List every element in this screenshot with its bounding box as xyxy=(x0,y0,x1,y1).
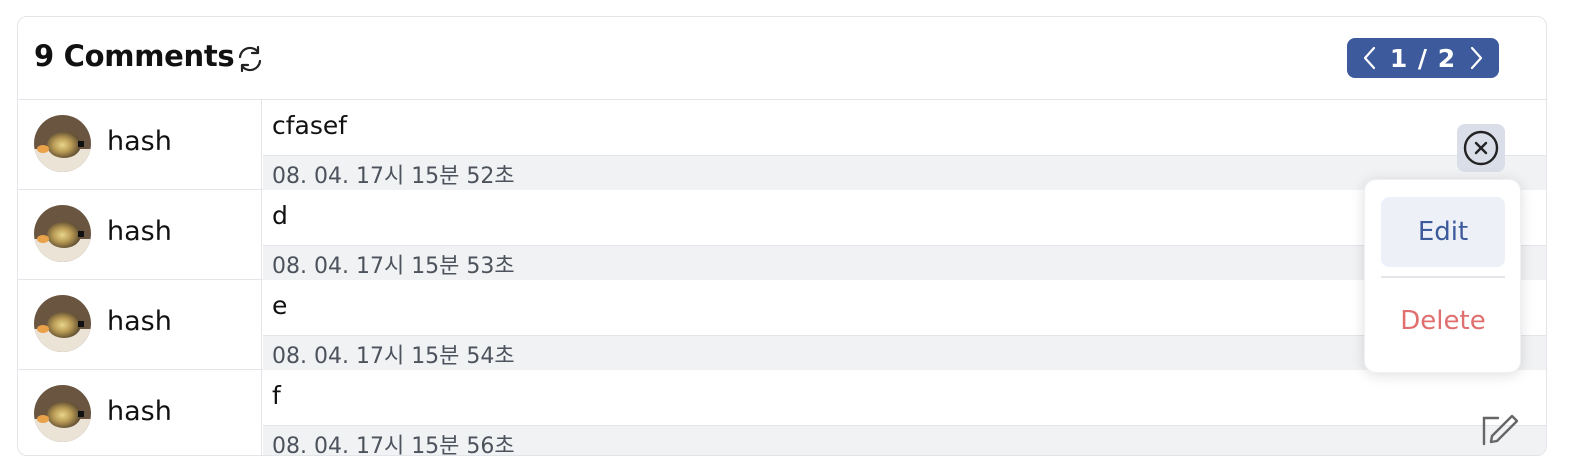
avatar[interactable] xyxy=(34,115,91,172)
comment-author: hash xyxy=(18,280,262,369)
pencil-icon[interactable] xyxy=(1478,408,1522,452)
comment-row: hash e 08. 04. 17시 15분 54초 xyxy=(18,280,1546,370)
comment-author: hash xyxy=(18,190,262,279)
close-menu-button[interactable] xyxy=(1457,124,1505,172)
page-indicator: 1 / 2 xyxy=(1389,43,1457,73)
comment-author: hash xyxy=(18,370,262,455)
comment-text: cfasef xyxy=(272,111,348,140)
comment-timestamp: 08. 04. 17시 15분 56초 xyxy=(263,425,1546,455)
close-circle-icon xyxy=(1463,130,1499,166)
comment-text: e xyxy=(272,291,288,320)
comment-text: f xyxy=(272,381,281,410)
comment-action-menu: Edit Delete xyxy=(1364,179,1521,373)
avatar[interactable] xyxy=(34,295,91,352)
chevron-right-icon[interactable] xyxy=(1465,45,1487,71)
comment-row: hash cfasef 08. 04. 17시 15분 52초 xyxy=(18,100,1546,190)
username: hash xyxy=(107,396,172,427)
comment-author: hash xyxy=(18,100,262,189)
comment-timestamp: 08. 04. 17시 15분 52초 xyxy=(263,155,1546,190)
comment-row: hash f 08. 04. 17시 15분 56초 xyxy=(18,370,1546,455)
pagination: 1 / 2 xyxy=(1347,38,1499,78)
avatar[interactable] xyxy=(34,205,91,262)
chevron-left-icon[interactable] xyxy=(1359,45,1381,71)
comment-timestamp: 08. 04. 17시 15분 53초 xyxy=(263,245,1546,280)
comments-title: 9 Comments xyxy=(34,39,235,73)
username: hash xyxy=(107,216,172,247)
comments-panel: 9 Comments 1 / 2 hash cfasef 08. 04. 17시… xyxy=(17,16,1547,456)
avatar[interactable] xyxy=(34,385,91,442)
comments-header: 9 Comments 1 / 2 xyxy=(18,17,1546,100)
delete-button[interactable]: Delete xyxy=(1381,286,1505,356)
edit-button[interactable]: Edit xyxy=(1381,197,1505,267)
comment-text: d xyxy=(272,201,288,230)
username: hash xyxy=(107,306,172,337)
refresh-icon[interactable] xyxy=(235,44,265,74)
comment-timestamp: 08. 04. 17시 15분 54초 xyxy=(263,335,1546,370)
username: hash xyxy=(107,126,172,157)
comment-row: hash d 08. 04. 17시 15분 53초 xyxy=(18,190,1546,280)
menu-divider xyxy=(1381,276,1505,278)
